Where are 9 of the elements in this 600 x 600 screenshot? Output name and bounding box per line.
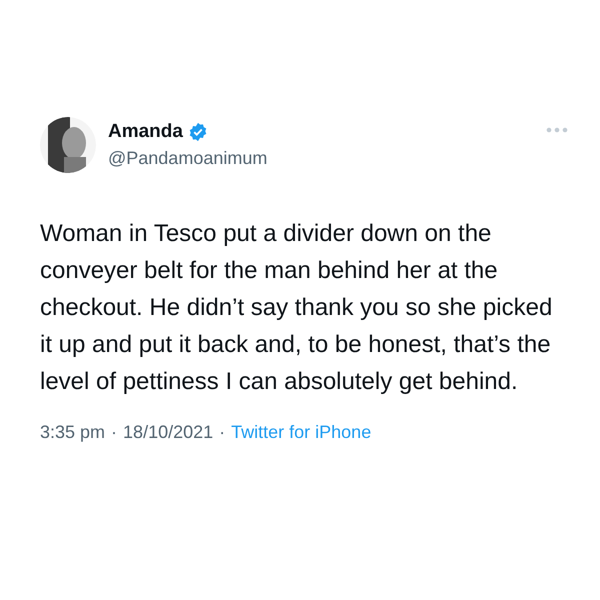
author-name: Amanda — [108, 121, 183, 143]
tweet-date: 18/10/2021 — [123, 422, 214, 443]
tweet-source-link[interactable]: Twitter for iPhone — [231, 422, 372, 443]
more-options-icon[interactable] — [546, 127, 568, 133]
separator-dot: · — [111, 422, 118, 443]
author-handle: @Pandamoanimum — [108, 148, 268, 169]
tweet-text: Woman in Tesco put a divider down on the conveyer belt for the man behind her at the checkout. He didn’t say thank you so she picked it up and put it back and, to be honest, that’s the level of pettiness I can absolutely get behind. — [40, 219, 554, 397]
separator-dot: · — [219, 422, 226, 443]
tweet-time: 3:35 pm — [40, 422, 106, 443]
